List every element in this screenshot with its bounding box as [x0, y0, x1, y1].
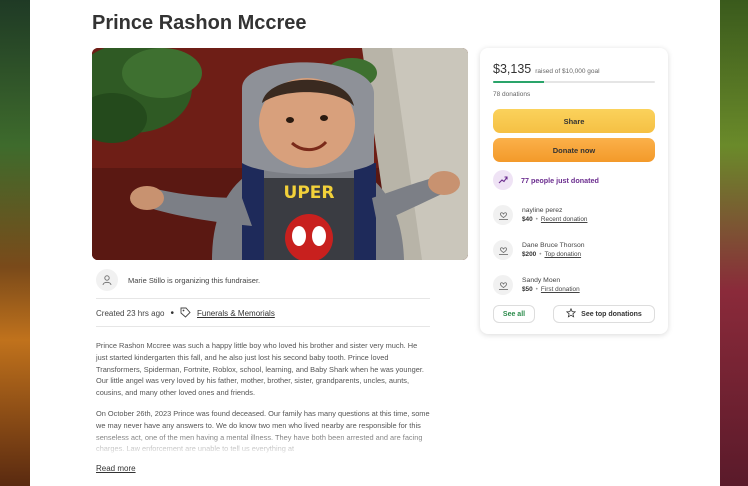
donor-row: nayline perez $40 • Recent donation: [493, 202, 587, 228]
hero-photo: UPER: [92, 48, 468, 260]
recent-donations-text: 77 people just donated: [521, 175, 599, 185]
donor-row: Sandy Moen $50 • First donation: [493, 272, 580, 298]
see-all-button[interactable]: See all: [493, 305, 535, 323]
donations-count: 78 donations: [493, 91, 531, 98]
donate-button[interactable]: Donate now: [493, 138, 655, 162]
donor-amount: $200: [522, 251, 537, 258]
donor-tag[interactable]: First donation: [541, 286, 580, 293]
person-icon: [96, 269, 118, 291]
fundraiser-meta: Created 23 hrs ago • Funerals & Memorial…: [96, 306, 430, 320]
category-link[interactable]: Funerals & Memorials: [197, 309, 275, 318]
organizer-row: Marie Stillo is organizing this fundrais…: [96, 268, 430, 292]
trending-up-icon: [493, 170, 513, 190]
progress-fill: [493, 81, 544, 83]
background-blur-left: [0, 0, 30, 486]
progress-bar: [493, 81, 655, 83]
amount-raised: $3,135 raised of $10,000 goal: [493, 62, 600, 76]
donor-heart-hand-icon: [493, 240, 513, 260]
donor-name: Sandy Moen: [522, 277, 561, 284]
divider: [96, 298, 430, 299]
recent-donations-banner: 77 people just donated: [493, 170, 599, 190]
story-fade: [92, 430, 442, 460]
star-icon: [565, 307, 577, 320]
story-paragraph: Prince Rashon Mccree was such a happy li…: [96, 341, 424, 398]
donor-heart-hand-icon: [493, 275, 513, 295]
svg-text:UPER: UPER: [284, 183, 335, 203]
donation-card: $3,135 raised of $10,000 goal 78 donatio…: [480, 48, 668, 334]
donor-name: nayline perez: [522, 207, 563, 214]
donor-amount: $40: [522, 216, 533, 223]
separator-dot: •: [170, 307, 175, 319]
created-time: Created 23 hrs ago: [96, 308, 165, 318]
organizer-text: Marie Stillo is organizing this fundrais…: [128, 275, 261, 285]
donor-tag[interactable]: Recent donation: [541, 216, 588, 223]
read-more-link[interactable]: Read more: [96, 464, 136, 473]
goal-text: raised of $10,000 goal: [535, 68, 600, 75]
donor-tag[interactable]: Top donation: [544, 251, 581, 258]
amount-raised-value: $3,135: [493, 62, 532, 76]
share-button[interactable]: Share: [493, 109, 655, 133]
page-title: Prince Rashon Mccree: [92, 12, 307, 34]
background-blur-right: [720, 0, 748, 486]
see-top-donations-button[interactable]: See top donations: [553, 305, 655, 323]
fundraiser-page: Prince Rashon Mccree UPER Marie Stillo i…: [30, 0, 720, 486]
divider: [96, 326, 430, 327]
donor-heart-hand-icon: [493, 205, 513, 225]
donor-name: Dane Bruce Thorson: [522, 242, 585, 249]
donor-amount: $50: [522, 286, 533, 293]
see-top-donations-label: See top donations: [581, 310, 642, 318]
donor-row: Dane Bruce Thorson $200 • Top donation: [493, 237, 585, 263]
tag-icon: [180, 307, 191, 320]
